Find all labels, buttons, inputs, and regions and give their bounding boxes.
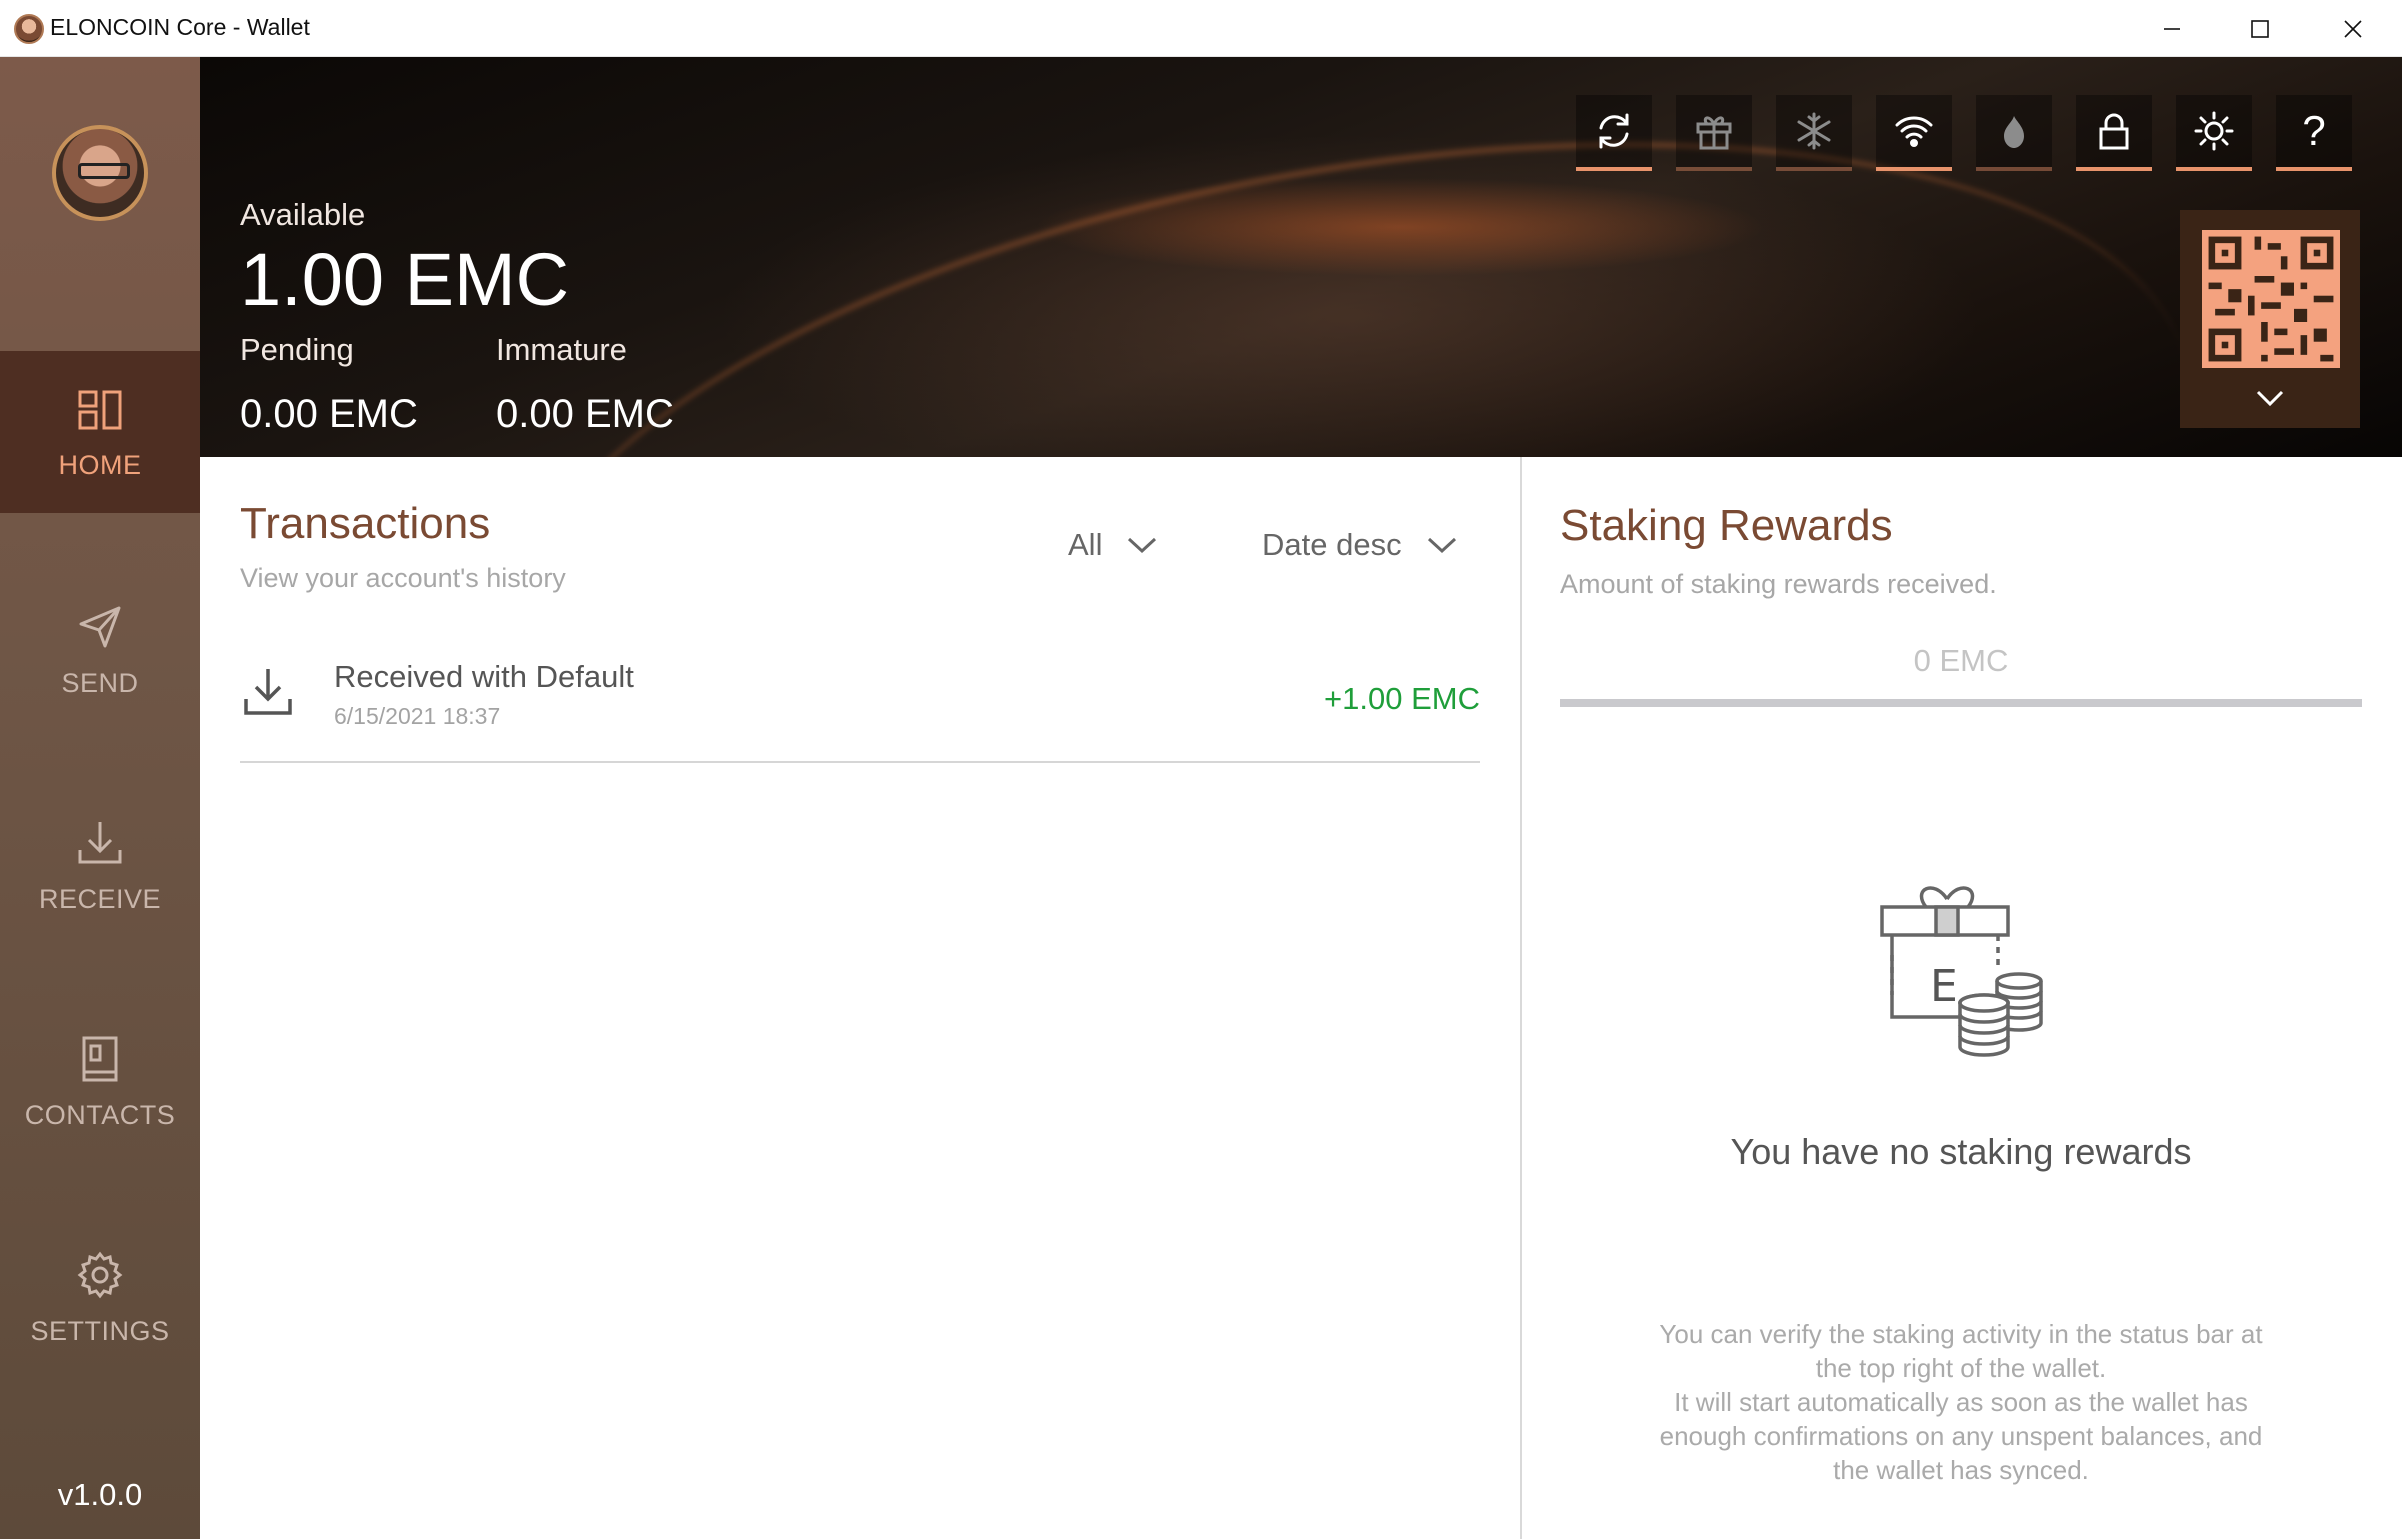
minimize-button[interactable]: [2126, 0, 2218, 57]
staking-title: Staking Rewards: [1560, 501, 1893, 550]
qr-code-dropdown[interactable]: [2180, 210, 2360, 428]
home-icon: [78, 390, 122, 429]
window-title: ELONCOIN Core - Wallet: [50, 14, 310, 40]
lock-icon: [2099, 113, 2129, 150]
sidebar-item-settings[interactable]: SETTINGS: [0, 1217, 200, 1379]
gift-coins-icon: E: [1880, 886, 2043, 1057]
transaction-amount: +1.00 EMC: [1324, 681, 1480, 716]
received-icon: [244, 669, 292, 715]
tor-icon: [2004, 116, 2024, 148]
pending-value: 0.00 EMC: [240, 392, 418, 436]
available-label: Available: [240, 197, 366, 232]
transactions-subtitle: View your account's history: [240, 563, 566, 593]
immature-value: 0.00 EMC: [496, 392, 674, 436]
transactions-panel: Transactions View your account's history…: [200, 457, 1521, 1539]
settings-icon: [77, 1251, 123, 1298]
wifi-icon: [1895, 116, 1933, 147]
staking-note-line: enough confirmations on any unspent bala…: [1659, 1421, 2263, 1451]
qr-code-icon: [2202, 230, 2340, 368]
staking-chart-baseline: [1560, 699, 2362, 707]
theme-toggle-button[interactable]: [2176, 95, 2252, 171]
sidebar-item-send[interactable]: SEND: [0, 569, 200, 731]
sidebar-item-label: SETTINGS: [30, 1315, 170, 1346]
chevron-down-icon: [1427, 537, 1456, 554]
type-filter-value: All: [1068, 527, 1103, 562]
minimize-icon: [2164, 27, 2180, 30]
lock-wallet-button[interactable]: [2076, 95, 2152, 171]
brightness-icon: [2194, 111, 2234, 151]
sidebar-item-home[interactable]: HOME: [0, 351, 200, 513]
transaction-label: Received with Default: [334, 659, 634, 694]
transaction-date: 6/15/2021 18:37: [334, 703, 501, 729]
gift-icon: [1696, 116, 1732, 150]
close-icon: [2344, 19, 2362, 38]
chevron-down-icon: [2256, 390, 2284, 407]
cold-staking-button[interactable]: [1776, 95, 1852, 171]
balance-header: Available 1.00 EMC Pending 0.00 EMC Imma…: [200, 57, 2402, 457]
title-bar: ELONCOIN Core - Wallet: [0, 0, 2402, 57]
staking-note-line: It will start automatically as soon as t…: [1674, 1387, 2248, 1417]
receive-icon: [78, 821, 122, 863]
tor-button[interactable]: [1976, 95, 2052, 171]
sort-value: Date desc: [1262, 527, 1402, 562]
maximize-icon: [2251, 19, 2269, 38]
sidebar-item-contacts[interactable]: CONTACTS: [0, 1001, 200, 1163]
staking-note-line: You can verify the staking activity in t…: [1659, 1319, 2263, 1349]
sync-icon: [1599, 113, 1629, 149]
available-value: 1.00 EMC: [240, 238, 570, 321]
sidebar-item-label: HOME: [58, 449, 142, 480]
version-label: v1.0.0: [57, 1477, 143, 1512]
network-status-button[interactable]: [1876, 95, 1952, 171]
table-row[interactable]: Received with Default 6/15/2021 18:37 +1…: [240, 635, 1480, 763]
sidebar: HOME SEND RECEIVE CONTACTS SETTINGS v1.0…: [0, 57, 200, 1539]
help-button[interactable]: ?: [2276, 95, 2352, 171]
avatar[interactable]: [52, 125, 148, 221]
pending-label: Pending: [240, 332, 354, 367]
type-filter-dropdown[interactable]: All: [1068, 527, 1160, 563]
close-button[interactable]: [2307, 0, 2399, 57]
staking-panel: Staking Rewards Amount of staking reward…: [1522, 457, 2402, 1539]
avatar-area: [0, 57, 200, 351]
maximize-button[interactable]: [2214, 0, 2306, 57]
chevron-down-icon: [1128, 537, 1157, 554]
staking-subtitle: Amount of staking rewards received.: [1560, 569, 1997, 599]
staking-note-line: the top right of the wallet.: [1815, 1353, 2107, 1383]
staking-note-line: the wallet has synced.: [1833, 1455, 2089, 1485]
sync-button[interactable]: [1576, 95, 1652, 171]
gift-letter: E: [1930, 961, 1958, 1012]
immature-label: Immature: [496, 332, 627, 367]
sort-dropdown[interactable]: Date desc: [1262, 527, 1460, 563]
sidebar-item-label: RECEIVE: [38, 883, 162, 914]
app-logo-icon: [14, 14, 44, 44]
contacts-icon: [82, 1036, 118, 1081]
staking-note: You can verify the staking activity in t…: [1590, 1317, 2332, 1487]
transactions-title: Transactions: [240, 499, 491, 548]
send-icon: [79, 606, 121, 647]
sidebar-item-receive[interactable]: RECEIVE: [0, 785, 200, 947]
staking-rewards-button[interactable]: [1676, 95, 1752, 171]
staking-amount: 0 EMC: [1913, 643, 2009, 678]
help-icon: ?: [2302, 107, 2326, 154]
staking-empty-message: You have no staking rewards: [1730, 1131, 2192, 1172]
sidebar-item-label: CONTACTS: [24, 1099, 176, 1130]
sidebar-item-label: SEND: [61, 667, 139, 698]
snowflake-icon: [1797, 112, 1831, 150]
